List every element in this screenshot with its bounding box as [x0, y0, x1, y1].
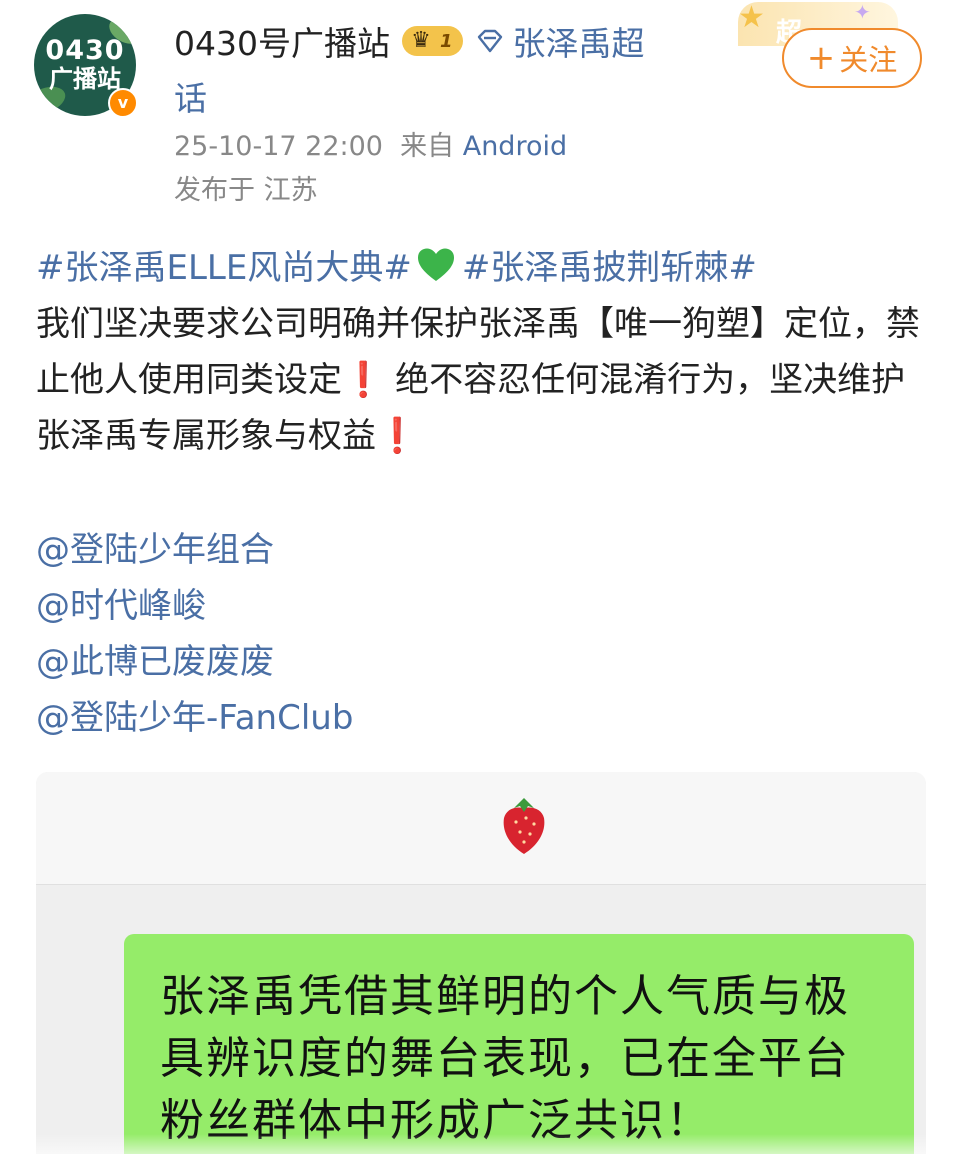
- author-name-row: 0430号广播站 ♛ 1 张泽禹超: [174, 18, 645, 64]
- super-topic-label-wrap[interactable]: 话: [174, 72, 207, 120]
- post-meta: 25-10-17 22:00 来自 Android: [174, 124, 567, 163]
- post-image[interactable]: 张泽禹凭借其鲜明的个人气质与极具辨识度的舞台表现，已在全平台粉丝群体中形成广泛共…: [36, 772, 926, 1154]
- avatar-text: 广播站: [49, 65, 121, 93]
- source-prefix: 来自: [400, 131, 455, 162]
- avatar-text: 0430: [45, 35, 125, 66]
- chat-bubble: 张泽禹凭借其鲜明的个人气质与极具辨识度的舞台表现，已在全平台粉丝群体中形成广泛共…: [124, 934, 914, 1154]
- post-location: 发布于 江苏: [174, 175, 318, 206]
- star-icon: ★: [738, 0, 765, 35]
- super-topic-link[interactable]: 张泽禹超: [475, 17, 645, 65]
- chat-bubble-text: 张泽禹凭借其鲜明的个人气质与极具辨识度的舞台表现，已在全平台粉丝群体中形成广泛共…: [160, 971, 850, 1146]
- mention-link[interactable]: @登陆少年组合: [36, 522, 353, 578]
- mentions-list: @登陆少年组合 @时代峰峻 @此博已废废废 @登陆少年-FanClub: [36, 522, 353, 746]
- member-badge[interactable]: ♛ 1: [401, 26, 463, 56]
- mention-link[interactable]: @时代峰峻: [36, 578, 353, 634]
- exclamation-icon: ❗: [342, 360, 385, 400]
- chat-header: [36, 772, 926, 885]
- follow-label: 关注: [839, 43, 898, 77]
- plus-icon: +: [806, 38, 836, 78]
- badge-level: 1: [439, 30, 453, 52]
- diamond-icon: [477, 29, 502, 53]
- green-heart-icon: [417, 248, 454, 281]
- mention-link[interactable]: @此博已废废废: [36, 634, 353, 690]
- exclamation-icon: ❗: [376, 416, 419, 456]
- sparkle-icon: ✦: [854, 0, 871, 24]
- mention-link[interactable]: @登陆少年-FanClub: [36, 690, 353, 746]
- follow-button[interactable]: + 关注: [782, 28, 922, 88]
- post-source[interactable]: Android: [463, 131, 567, 162]
- post-timestamp: 25-10-17 22:00: [174, 131, 383, 162]
- super-topic-label: 张泽禹超: [512, 24, 645, 63]
- hashtag-link[interactable]: #张泽禹披荆斩棘#: [462, 248, 757, 288]
- hashtag-link[interactable]: #张泽禹ELLE风尚大典#: [36, 248, 412, 288]
- hashtag-row: #张泽禹ELLE风尚大典# #张泽禹披荆斩棘#: [36, 240, 757, 289]
- crown-icon: ♛: [411, 28, 431, 53]
- author-name[interactable]: 0430号广播站: [174, 17, 390, 65]
- strawberry-icon: [503, 798, 545, 854]
- verified-icon: v: [108, 88, 138, 118]
- post-body: 我们坚决要求公司明确并保护张泽禹【唯一狗塑】定位，禁止他人使用同类设定❗ 绝不容…: [36, 296, 926, 464]
- image-fade: [36, 1134, 926, 1154]
